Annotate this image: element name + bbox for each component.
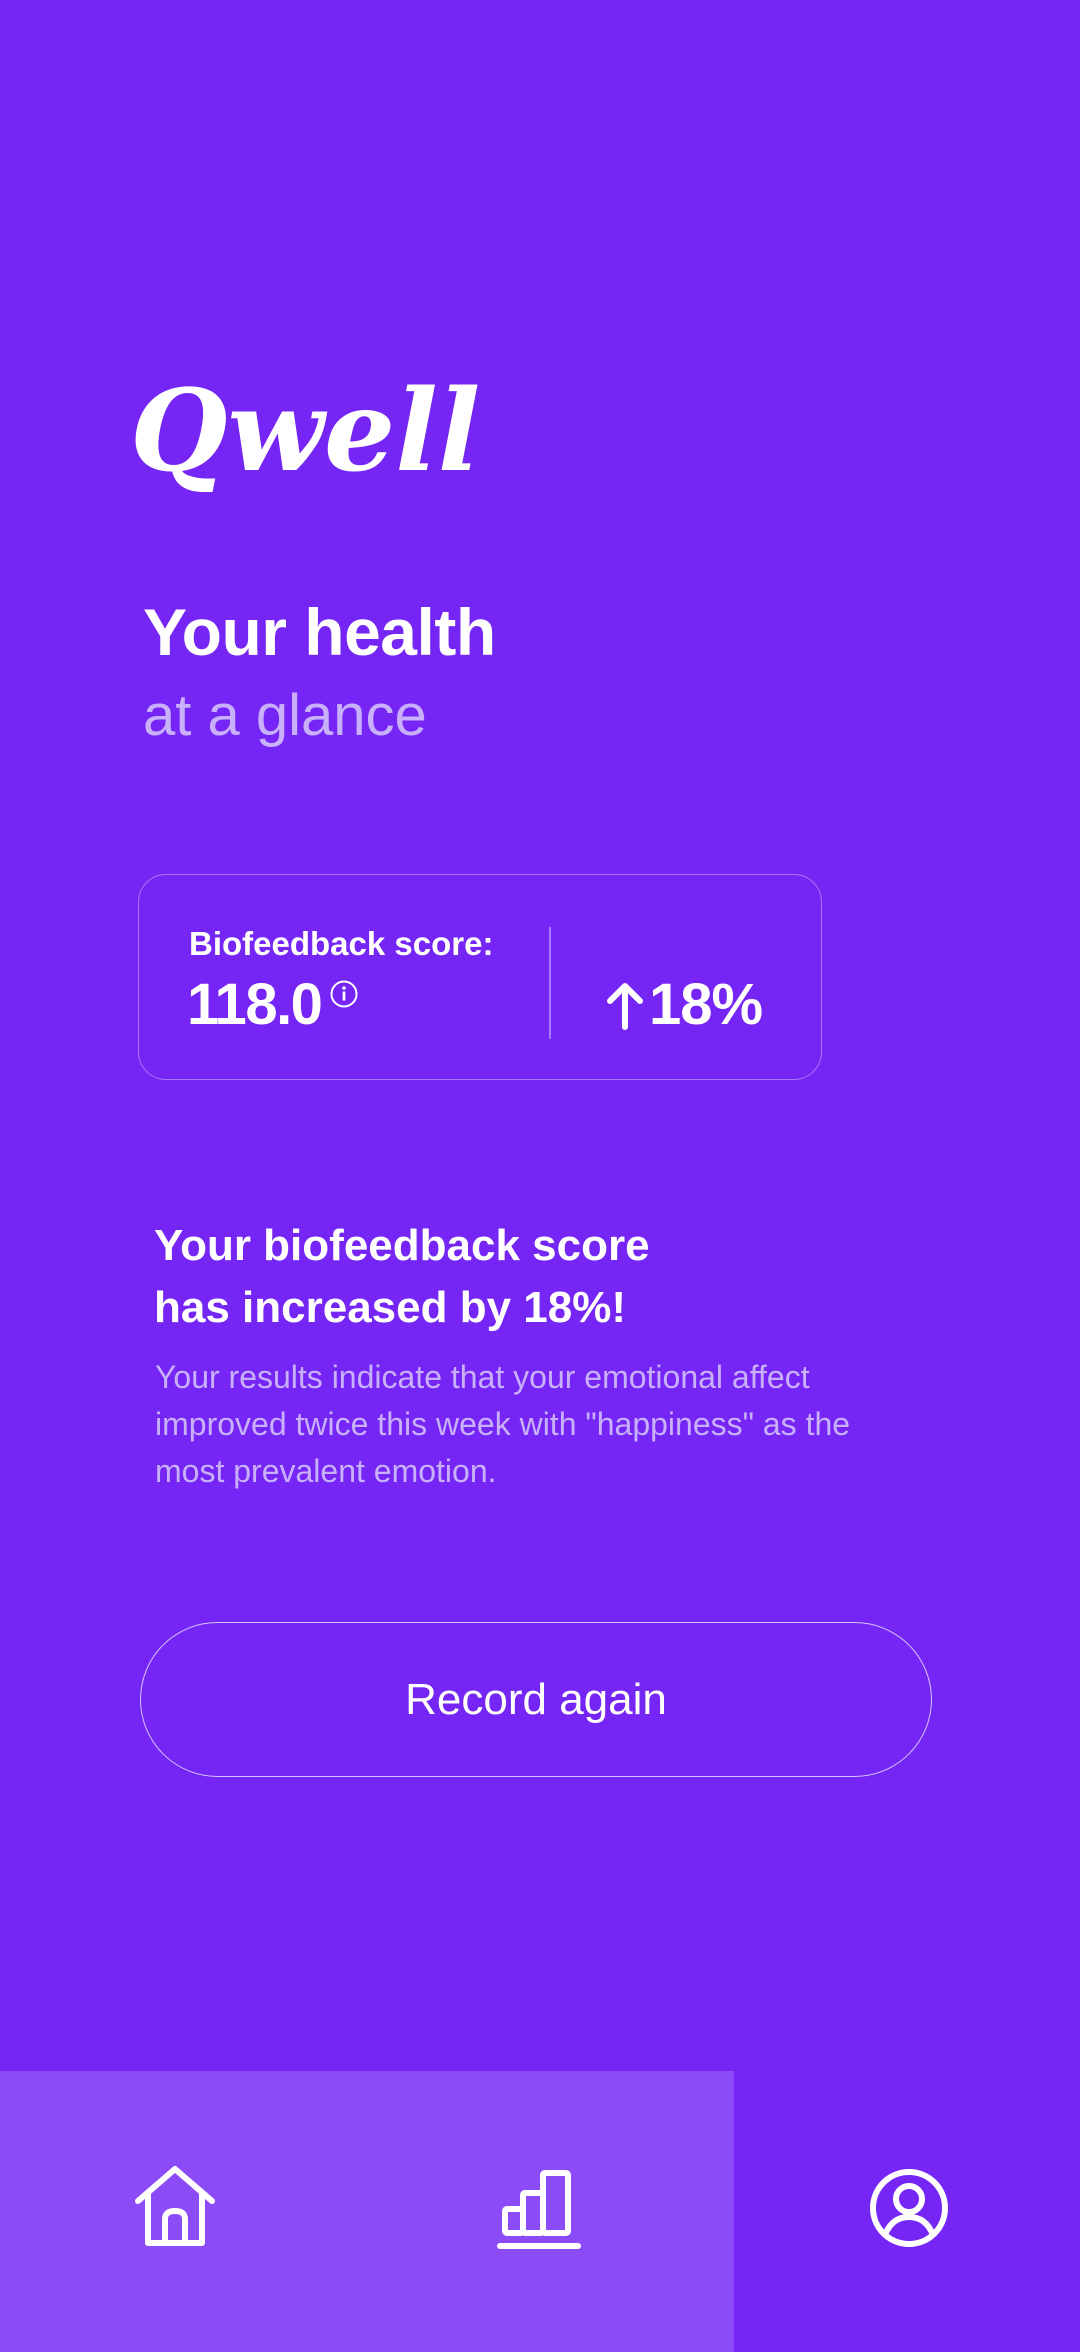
- nav-item-home[interactable]: [130, 2163, 220, 2253]
- score-value: 118.0: [187, 972, 323, 1037]
- page-heading: Your health at a glance: [143, 592, 496, 756]
- logo-text: Qwell: [130, 366, 480, 497]
- score-change: 18%: [605, 971, 763, 1038]
- arrow-up-icon: [607, 982, 643, 1030]
- result-title: Your biofeedback score has increased by …: [154, 1215, 914, 1339]
- page-subtitle: at a glance: [143, 683, 427, 748]
- qwell-logo: Qwell: [130, 366, 480, 502]
- info-icon[interactable]: [329, 979, 359, 1009]
- result-title-line2: has increased by 18%!: [154, 1283, 627, 1332]
- score-change-value: 18%: [649, 972, 763, 1037]
- biofeedback-score-card: Biofeedback score: 118.0 18%: [138, 874, 822, 1080]
- result-description: Your results indicate that your emotiona…: [155, 1359, 851, 1489]
- nav-item-profile[interactable]: [864, 2163, 954, 2253]
- bottom-navigation: [0, 2071, 1080, 2352]
- card-divider: [549, 927, 551, 1039]
- nav-item-stats[interactable]: [494, 2163, 584, 2253]
- result-title-line1: Your biofeedback score: [154, 1221, 650, 1270]
- score-value-group: 118.0: [187, 971, 359, 1038]
- score-label: Biofeedback score:: [189, 925, 494, 962]
- record-again-button[interactable]: Record again: [140, 1622, 932, 1777]
- bar-chart-icon: [497, 2170, 581, 2249]
- home-icon: [135, 2166, 215, 2246]
- page-title: Your health: [143, 595, 496, 669]
- nav-active-highlight: [0, 2071, 734, 2352]
- profile-icon: [870, 2169, 948, 2247]
